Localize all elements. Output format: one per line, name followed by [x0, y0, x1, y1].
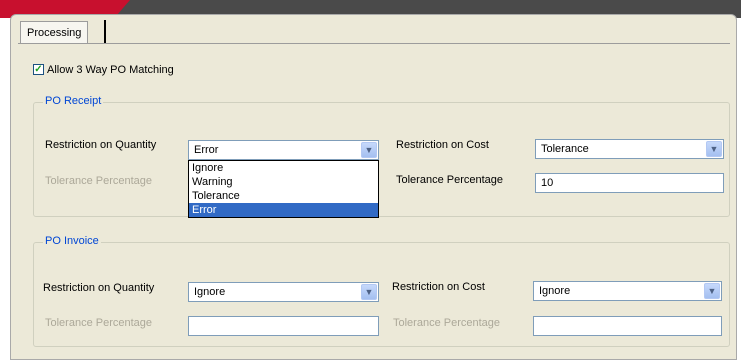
receipt-qty-value: Error: [194, 144, 219, 156]
chevron-down-icon[interactable]: ▼: [706, 141, 722, 157]
invoice-tol-left-input[interactable]: [188, 316, 379, 336]
receipt-tol-value: 10: [541, 177, 554, 189]
tab-processing[interactable]: Processing: [20, 21, 89, 43]
invoice-cost-value: Ignore: [539, 285, 571, 297]
receipt-qty-combo[interactable]: Error ▼: [188, 140, 379, 160]
chevron-down-icon[interactable]: ▼: [361, 142, 377, 158]
tab-divider: [104, 20, 106, 43]
po-receipt-title: PO Receipt: [43, 95, 104, 108]
dropdown-option-tolerance[interactable]: Tolerance: [189, 189, 378, 203]
receipt-qty-dropdown-list[interactable]: Ignore Warning Tolerance Error: [188, 160, 379, 218]
receipt-tol-right-label: Tolerance Percentage: [396, 174, 504, 186]
dropdown-option-error[interactable]: Error: [189, 203, 378, 217]
chevron-down-icon[interactable]: ▼: [704, 283, 720, 299]
receipt-qty-label: Restriction on Quantity: [45, 139, 157, 151]
po-receipt-group: [33, 102, 730, 217]
invoice-qty-label: Restriction on Quantity: [43, 282, 155, 294]
allow-3way-label[interactable]: Allow 3 Way PO Matching: [47, 64, 174, 77]
invoice-tol-right-label: Tolerance Percentage: [393, 317, 501, 329]
receipt-cost-label: Restriction on Cost: [396, 139, 489, 151]
invoice-cost-label: Restriction on Cost: [392, 281, 485, 293]
allow-3way-checkbox[interactable]: ✓: [33, 64, 44, 75]
tab-strip-line: [18, 43, 730, 44]
receipt-tol-left-label: Tolerance Percentage: [45, 175, 153, 187]
chevron-down-icon[interactable]: ▼: [361, 284, 377, 300]
invoice-qty-value: Ignore: [194, 286, 226, 298]
dropdown-option-warning[interactable]: Warning: [189, 175, 378, 189]
receipt-cost-value: Tolerance: [541, 143, 589, 155]
invoice-tol-right-input[interactable]: [533, 316, 722, 336]
receipt-cost-combo[interactable]: Tolerance ▼: [535, 139, 724, 159]
invoice-tol-left-label: Tolerance Percentage: [45, 317, 153, 329]
po-invoice-title: PO Invoice: [43, 235, 101, 248]
invoice-cost-combo[interactable]: Ignore ▼: [533, 281, 722, 301]
invoice-qty-combo[interactable]: Ignore ▼: [188, 282, 379, 302]
dropdown-option-ignore[interactable]: Ignore: [189, 161, 378, 175]
receipt-tol-input[interactable]: 10: [535, 173, 724, 193]
